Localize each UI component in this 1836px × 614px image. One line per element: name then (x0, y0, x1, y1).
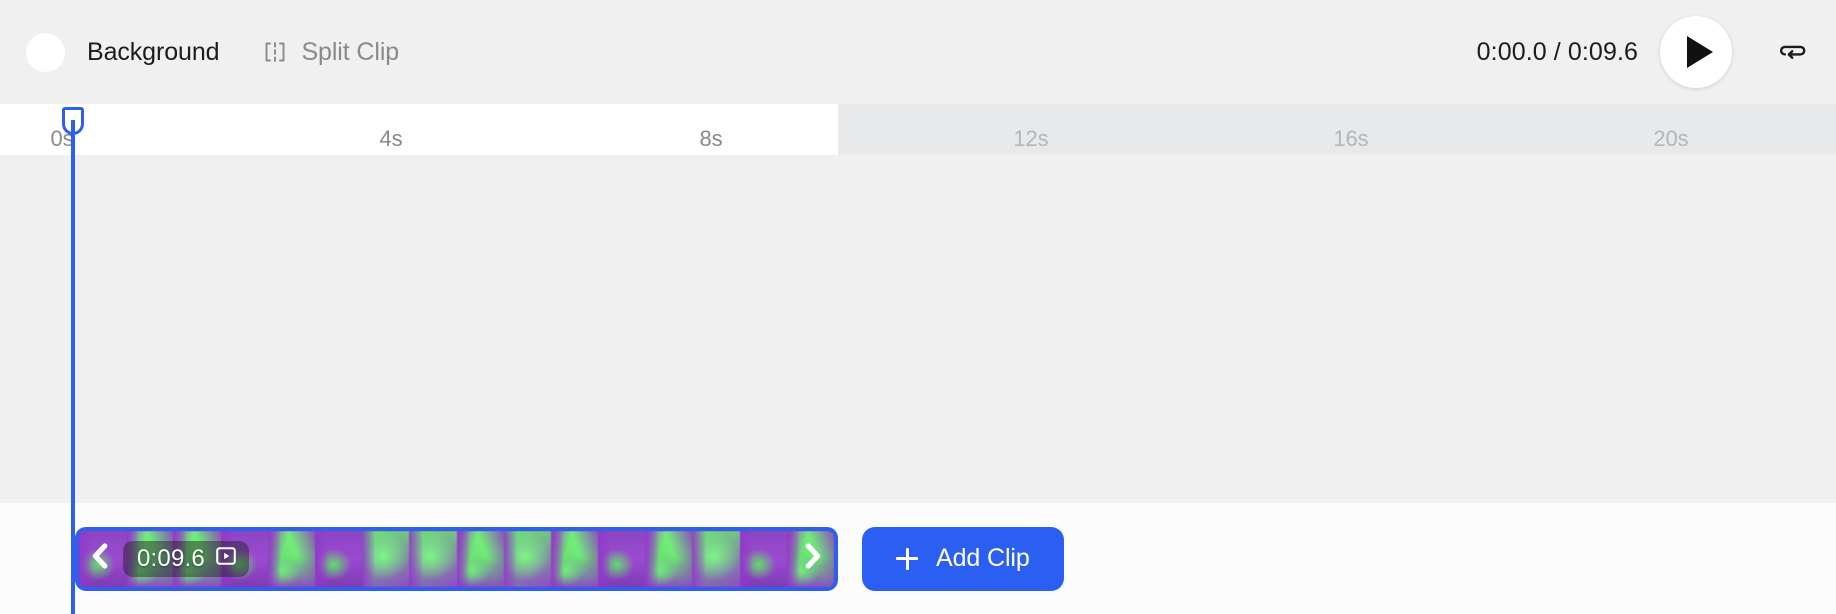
split-clip-label: Split Clip (301, 37, 400, 66)
toolbar-left-group: Background Split Clip (26, 32, 399, 72)
background-color-swatch[interactable] (26, 32, 65, 72)
editor-toolbar: Background Split Clip 0:00.0 / 0:09.6 (0, 0, 1836, 104)
video-editor-timeline: Background Split Clip 0:00.0 / 0:09.6 0s… (0, 0, 1836, 614)
clip-thumbnail-frame (220, 530, 268, 587)
toolbar-right-group: 0:00.0 / 0:09.6 (1477, 0, 1810, 104)
ruler-tick-label: 16s (1333, 126, 1369, 151)
clip-thumbnail-frame (739, 530, 787, 587)
clip-thumbnail-frame (126, 530, 174, 587)
clip-thumbnail-frame (550, 530, 599, 587)
clip-thumbnail-frame (267, 530, 315, 587)
ruler-tick-label: 4s (379, 126, 403, 151)
background-label: Background (87, 37, 220, 66)
play-icon (1686, 36, 1713, 68)
ruler-tick-label: 8s (699, 126, 723, 151)
clip-trim-right-handle[interactable] (790, 531, 834, 587)
timeline-ruler[interactable]: 0s 4s 8s 12s 16s 20s (0, 104, 1836, 155)
timeline-stage[interactable] (0, 155, 1836, 503)
loop-icon (1778, 35, 1808, 70)
playhead-handle[interactable] (62, 107, 84, 135)
split-clip-icon (263, 40, 287, 64)
clip-thumbnail-frame (598, 530, 646, 587)
clip-thumbnail-frame (692, 530, 740, 587)
video-clip[interactable]: 0:09.6 (75, 526, 838, 591)
split-clip-button[interactable]: Split Clip (263, 38, 399, 67)
chevron-left-icon (86, 541, 116, 576)
clip-thumbnail-frame (503, 530, 551, 587)
clip-thumbnail-frame (314, 530, 363, 587)
ruler-tick-label: 12s (1013, 126, 1049, 151)
clip-thumbnail-frame (645, 530, 693, 587)
loop-button[interactable] (1776, 35, 1810, 69)
clip-track: 0:09.6 Add Clip (0, 503, 1836, 614)
play-button[interactable] (1660, 16, 1732, 88)
clip-thumbnail-frame (362, 530, 410, 587)
add-clip-button[interactable]: Add Clip (862, 526, 1064, 591)
clip-thumbnail-frame (173, 530, 221, 587)
chevron-right-icon (797, 541, 827, 576)
clip-thumbnail-frame (456, 530, 504, 587)
clip-thumbnail-frame (409, 530, 457, 587)
time-readout: 0:00.0 / 0:09.6 (1476, 37, 1638, 66)
clip-trim-left-handle[interactable] (79, 531, 123, 587)
ruler-tick-label: 20s (1653, 126, 1689, 151)
clip-thumbnail-strip (79, 530, 834, 587)
add-clip-label: Add Clip (936, 544, 1030, 572)
plus-icon (896, 547, 918, 570)
